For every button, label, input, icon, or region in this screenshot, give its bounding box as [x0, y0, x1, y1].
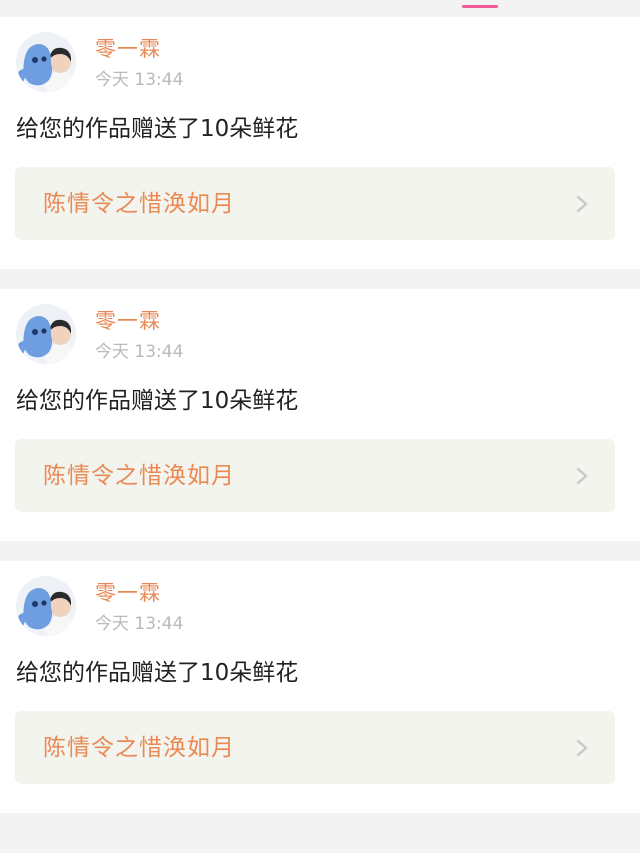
notification-card: 零一霖 今天 13:44 给您的作品赠送了10朵鲜花 陈情令之惜涣如月 — [0, 17, 640, 269]
notification-message: 给您的作品赠送了10朵鲜花 — [16, 388, 299, 414]
notification-message: 给您的作品赠送了10朵鲜花 — [16, 660, 299, 686]
chevron-right-icon — [576, 467, 588, 485]
avatar-image — [16, 304, 76, 364]
username[interactable]: 零一霖 — [95, 37, 161, 61]
work-link[interactable]: 陈情令之惜涣如月 — [15, 711, 615, 784]
user-avatar[interactable] — [16, 304, 76, 364]
avatar-image — [16, 32, 76, 92]
work-title: 陈情令之惜涣如月 — [43, 463, 235, 489]
work-title: 陈情令之惜涣如月 — [43, 735, 235, 761]
chevron-right-icon — [576, 195, 588, 213]
user-avatar[interactable] — [16, 576, 76, 636]
user-avatar[interactable] — [16, 32, 76, 92]
username[interactable]: 零一霖 — [95, 581, 161, 605]
avatar-image — [16, 576, 76, 636]
timestamp: 今天 13:44 — [95, 342, 184, 362]
timestamp: 今天 13:44 — [95, 614, 184, 634]
notification-card: 零一霖 今天 13:44 给您的作品赠送了10朵鲜花 陈情令之惜涣如月 — [0, 561, 640, 813]
chevron-right-icon — [576, 739, 588, 757]
notification-card: 零一霖 今天 13:44 给您的作品赠送了10朵鲜花 陈情令之惜涣如月 — [0, 289, 640, 541]
work-link[interactable]: 陈情令之惜涣如月 — [15, 439, 615, 512]
notification-page: 零一霖 今天 13:44 给您的作品赠送了10朵鲜花 陈情令之惜涣如月 零一霖 — [0, 0, 640, 853]
work-title: 陈情令之惜涣如月 — [43, 191, 235, 217]
username[interactable]: 零一霖 — [95, 309, 161, 333]
notification-message: 给您的作品赠送了10朵鲜花 — [16, 116, 299, 142]
timestamp: 今天 13:44 — [95, 70, 184, 90]
active-tab-indicator — [462, 5, 498, 8]
work-link[interactable]: 陈情令之惜涣如月 — [15, 167, 615, 240]
